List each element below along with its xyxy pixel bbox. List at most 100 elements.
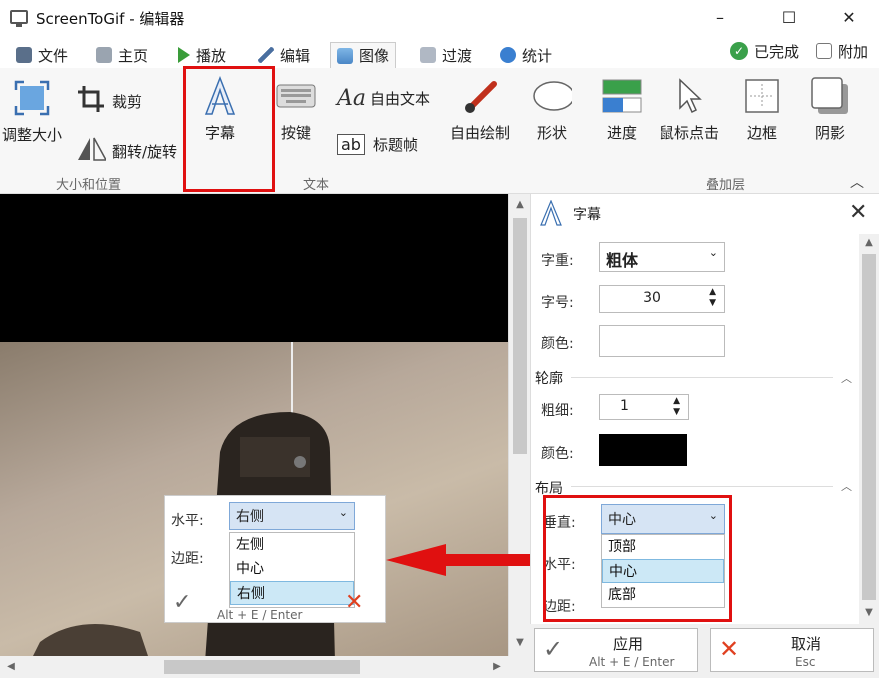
menu-tabs: 文件 主页 播放 编辑 图像 过渡 统计 ✓ 已完成 附加 — [0, 36, 879, 68]
tab-image[interactable]: 图像 — [330, 42, 397, 68]
cursor-icon — [669, 76, 709, 116]
ribbon: 调整大小 裁剪 翻转/旋转 大小和位置 字幕 按键 Aa 自由文本 ab 标题帧… — [0, 66, 879, 194]
cancel-label: 取消 — [791, 635, 822, 653]
collapse-outline-icon[interactable]: ︿ — [841, 370, 852, 386]
popup-margin-label: 边距: — [171, 551, 204, 567]
popup-horizontal-label: 水平: — [171, 513, 204, 529]
window-title: ScreenToGif - 编辑器 — [36, 10, 185, 28]
crop-icon — [76, 84, 106, 118]
crop-button[interactable]: 裁剪 — [76, 84, 142, 118]
progress-icon — [602, 76, 642, 116]
border-button[interactable]: 边框 — [742, 76, 782, 143]
text-group-label: 文本 — [303, 178, 330, 193]
collapse-ribbon-icon[interactable]: ︿ — [850, 172, 864, 192]
option-center[interactable]: 中心 — [230, 557, 354, 581]
apply-button[interactable]: ✓ 应用 Alt + E / Enter — [534, 628, 698, 672]
text-color-swatch[interactable] — [599, 325, 725, 357]
outline-color-swatch[interactable] — [599, 434, 687, 466]
option-right[interactable]: 右侧 — [230, 581, 354, 605]
border-icon — [742, 76, 782, 116]
mouse-click-button[interactable]: 鼠标点击 — [659, 76, 719, 143]
stepper-arrows-icon[interactable]: ▲ ▼ — [673, 396, 680, 418]
outline-color-label: 颜色: — [541, 446, 574, 462]
font-weight-label: 字重: — [541, 253, 574, 269]
progress-button[interactable]: 进度 — [602, 76, 642, 143]
scroll-down-icon[interactable]: ▼ — [860, 604, 878, 622]
font-size-stepper[interactable]: 30 ▲ ▼ — [599, 285, 725, 313]
tab-file[interactable]: 文件 — [10, 42, 74, 68]
title-bar: ScreenToGif - 编辑器 – ☐ ✕ — [0, 0, 879, 36]
panel-title: 字幕 — [573, 207, 601, 223]
scroll-up-icon[interactable]: ▲ — [511, 196, 529, 214]
chevron-down-icon: ⌄ — [708, 246, 718, 259]
app-icon — [10, 10, 28, 27]
cancel-x-icon: ✕ — [345, 590, 364, 615]
tab-home[interactable]: 主页 — [90, 42, 154, 68]
option-left[interactable]: 左侧 — [230, 533, 354, 557]
resize-icon — [12, 78, 52, 118]
title-frame-button[interactable]: ab 标题帧 — [337, 134, 418, 155]
minimize-button[interactable]: – — [697, 0, 743, 36]
apply-label: 应用 — [613, 635, 644, 653]
home-icon — [96, 47, 112, 63]
popup-horizontal-select[interactable]: 右侧 ⌄ — [229, 502, 355, 530]
apply-check-icon: ✓ — [173, 590, 192, 615]
info-icon — [500, 47, 516, 63]
free-draw-button[interactable]: 自由绘制 — [450, 76, 510, 143]
thickness-stepper[interactable]: 1 ▲ ▼ — [599, 394, 689, 420]
red-arrow-icon — [386, 544, 534, 576]
horizontal-popup-illustration: 水平: 右侧 ⌄ 边距: 左侧 中心 右侧 ✓ Alt + E / Enter … — [164, 495, 386, 623]
close-button[interactable]: ✕ — [826, 0, 872, 36]
tab-transitions[interactable]: 过渡 — [414, 42, 478, 68]
ellipse-icon — [532, 76, 572, 116]
shape-button[interactable]: 形状 — [532, 76, 572, 143]
tab-edit[interactable]: 编辑 — [252, 42, 316, 68]
scroll-down-icon[interactable]: ▼ — [511, 634, 529, 652]
scroll-left-icon[interactable]: ◀ — [2, 658, 20, 676]
size-group-label: 大小和位置 — [56, 178, 122, 193]
caption-panel-icon — [539, 199, 563, 230]
stepper-arrows-icon[interactable]: ▲ ▼ — [709, 287, 716, 309]
outline-divider — [571, 377, 833, 378]
h-scroll-thumb[interactable] — [164, 660, 360, 674]
font-size-label: 字号: — [541, 295, 574, 311]
panel-scrollbar[interactable]: ▲ ▼ — [859, 234, 879, 624]
image-icon — [337, 47, 353, 64]
attach-button[interactable]: 附加 — [810, 38, 874, 64]
play-icon — [178, 47, 190, 63]
maximize-button[interactable]: ☐ — [766, 0, 812, 36]
brush-icon — [460, 76, 500, 116]
font-weight-select[interactable]: 粗体 ⌄ — [599, 242, 725, 272]
caption-highlight — [183, 66, 275, 192]
apply-hint: Alt + E / Enter — [589, 655, 675, 669]
scroll-right-icon[interactable]: ▶ — [488, 658, 506, 676]
scroll-thumb[interactable] — [513, 218, 527, 454]
resize-button[interactable]: 调整大小 — [2, 78, 62, 145]
window-icon — [816, 43, 832, 59]
key-button[interactable]: 按键 — [276, 76, 316, 143]
flip-rotate-button[interactable]: 翻转/旋转 — [76, 134, 177, 168]
panel-scroll-thumb[interactable] — [862, 254, 876, 600]
scroll-up-icon[interactable]: ▲ — [860, 234, 878, 252]
canvas-horizontal-scrollbar[interactable]: ◀ ▶ — [0, 656, 508, 678]
chevron-down-icon: ⌄ — [338, 506, 348, 519]
cancel-button[interactable]: ✕ 取消 Esc — [710, 628, 874, 672]
save-icon — [16, 47, 32, 63]
shadow-icon — [810, 76, 850, 116]
free-text-icon: Aa — [337, 86, 367, 111]
free-text-button[interactable]: Aa 自由文本 — [337, 86, 430, 111]
shadow-button[interactable]: 阴影 — [810, 76, 850, 143]
pencil-icon — [258, 47, 274, 63]
panel-close-icon[interactable]: ✕ — [849, 200, 867, 225]
transition-icon — [420, 47, 436, 63]
cancel-hint: Esc — [795, 655, 816, 669]
tab-statistics[interactable]: 统计 — [494, 42, 558, 68]
keyboard-icon — [276, 76, 316, 116]
tab-playback[interactable]: 播放 — [172, 42, 232, 68]
collapse-layout-icon[interactable]: ︿ — [841, 478, 852, 494]
check-circle-icon: ✓ — [730, 42, 748, 60]
caption-panel: 字幕 ✕ 字重: 粗体 ⌄ 字号: 30 ▲ ▼ 颜色: 轮廓 ︿ 粗细: 1 ▲… — [530, 194, 879, 624]
cancel-icon: ✕ — [719, 635, 740, 663]
flip-icon — [76, 134, 108, 168]
canvas-vertical-scrollbar[interactable]: ▲ ▼ — [508, 194, 530, 656]
